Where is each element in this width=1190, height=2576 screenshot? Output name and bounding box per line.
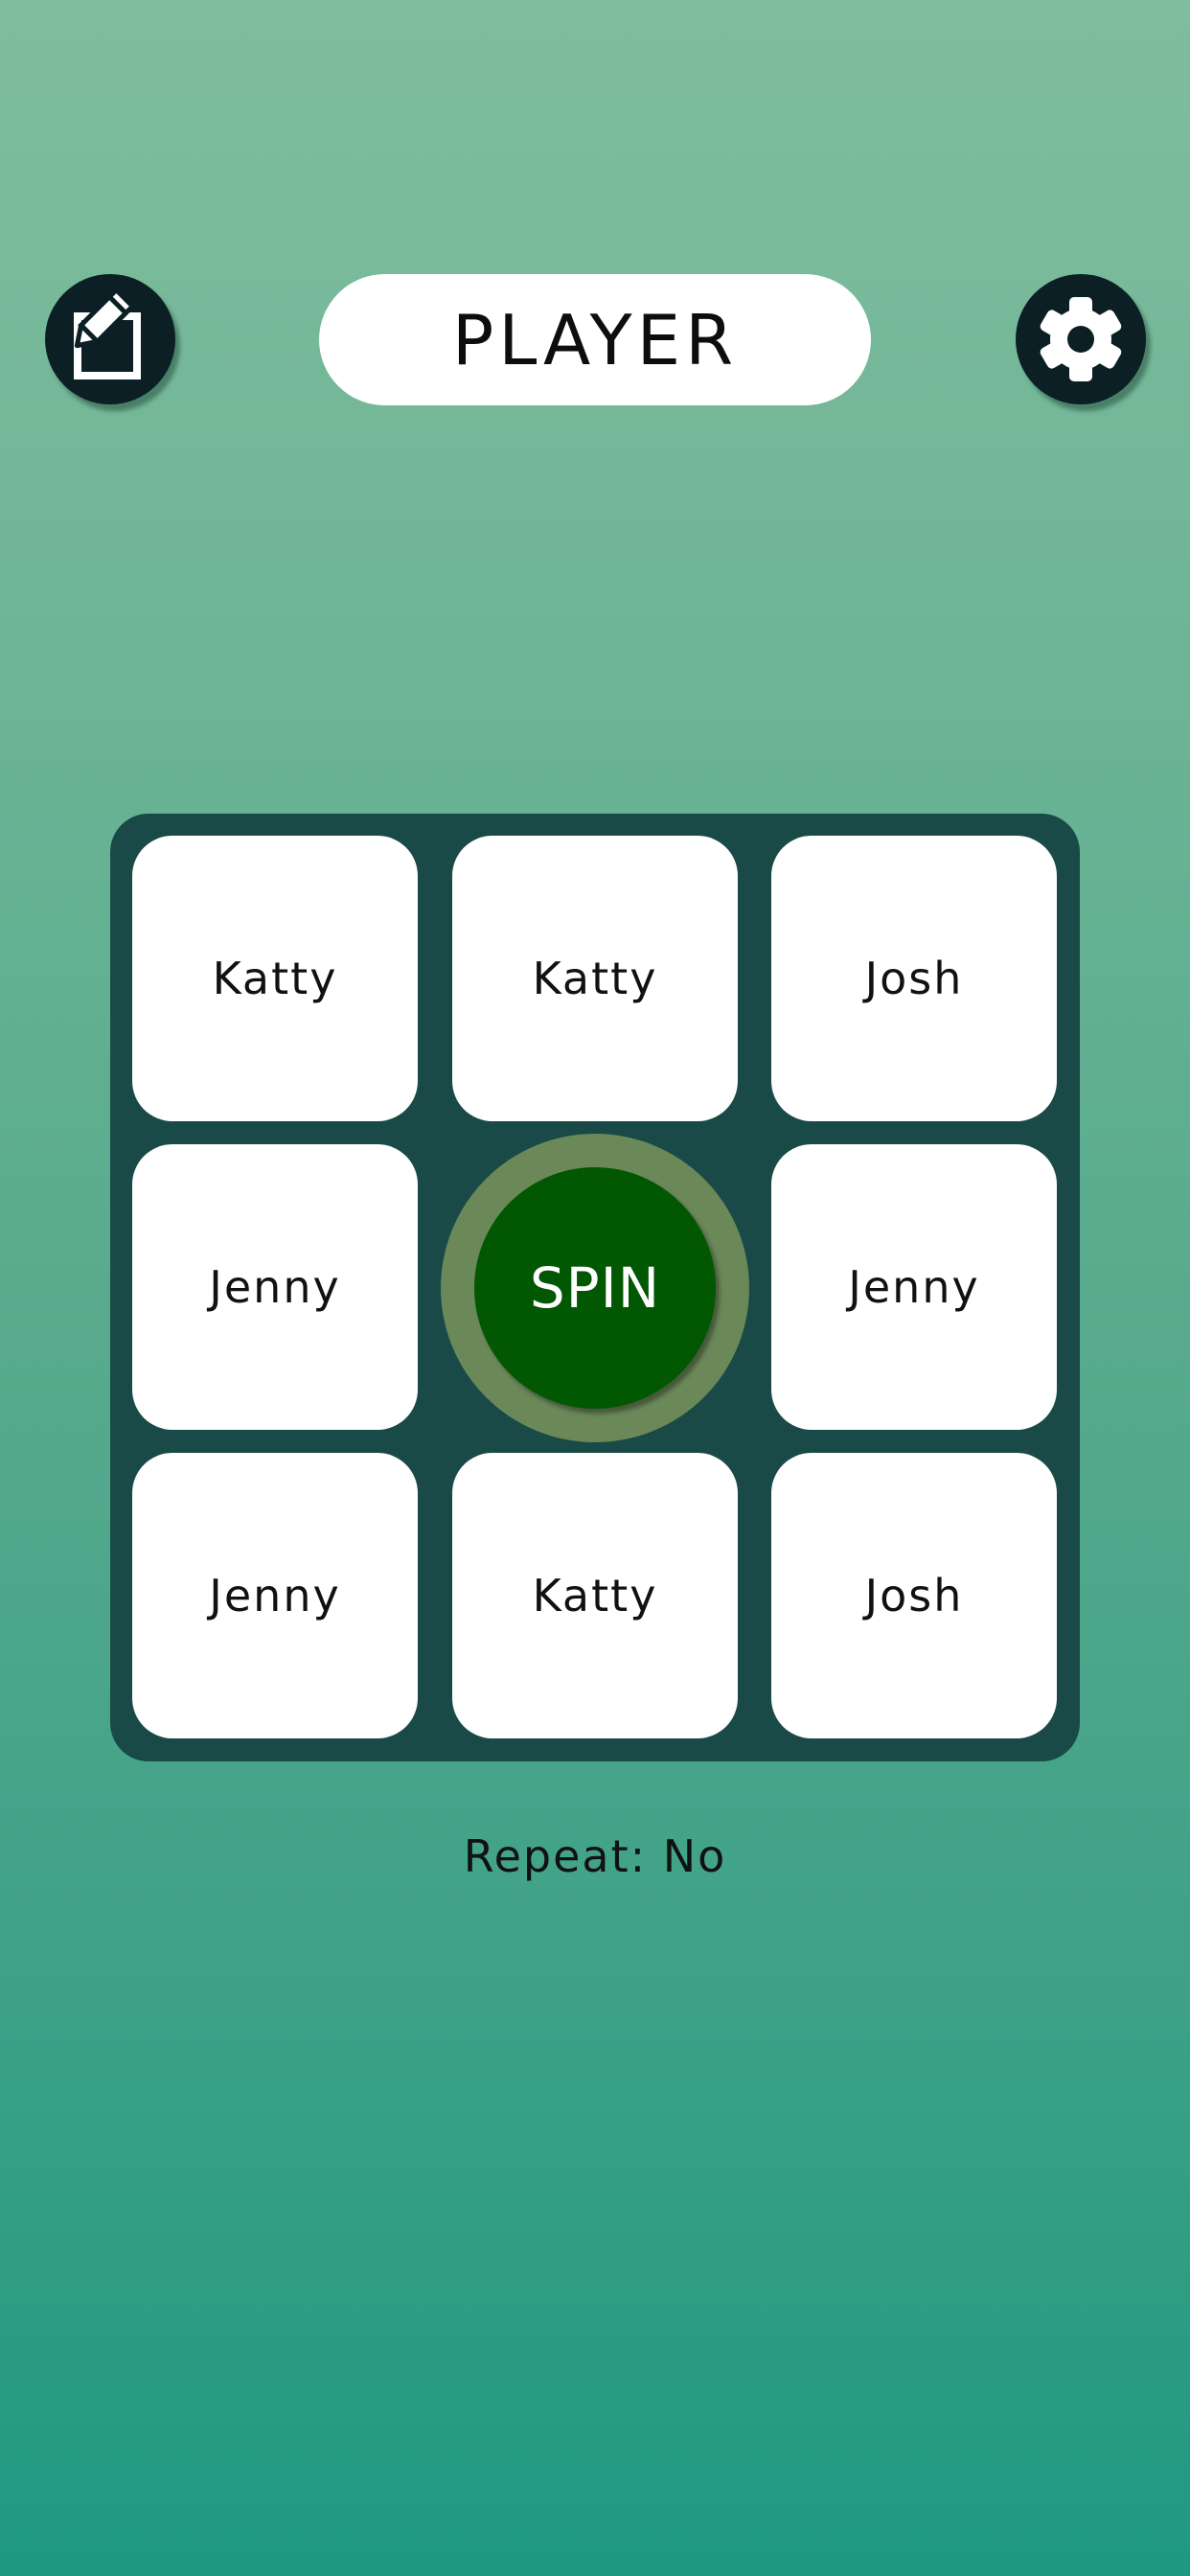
tile-bottom-center[interactable]: Katty bbox=[452, 1453, 738, 1738]
tile-bottom-left[interactable]: Jenny bbox=[132, 1453, 418, 1738]
tile-top-right[interactable]: Josh bbox=[771, 836, 1057, 1121]
page-title: PLAYER bbox=[319, 274, 871, 405]
edit-button[interactable] bbox=[45, 274, 175, 404]
tile-middle-right[interactable]: Jenny bbox=[771, 1144, 1057, 1430]
tile-bottom-right[interactable]: Josh bbox=[771, 1453, 1057, 1738]
gear-icon bbox=[1040, 297, 1122, 381]
tile-top-center[interactable]: Katty bbox=[452, 836, 738, 1121]
spin-button-ring: SPIN bbox=[441, 1134, 749, 1442]
tile-middle-left[interactable]: Jenny bbox=[132, 1144, 418, 1430]
edit-square-pencil-icon bbox=[74, 287, 141, 380]
spin-button[interactable]: SPIN bbox=[474, 1167, 716, 1409]
repeat-status: Repeat: No bbox=[463, 1830, 727, 1882]
settings-button[interactable] bbox=[1016, 274, 1146, 404]
player-board: Katty Katty Josh Jenny SPIN Jenny Jenny … bbox=[110, 814, 1080, 1761]
tile-top-left[interactable]: Katty bbox=[132, 836, 418, 1121]
